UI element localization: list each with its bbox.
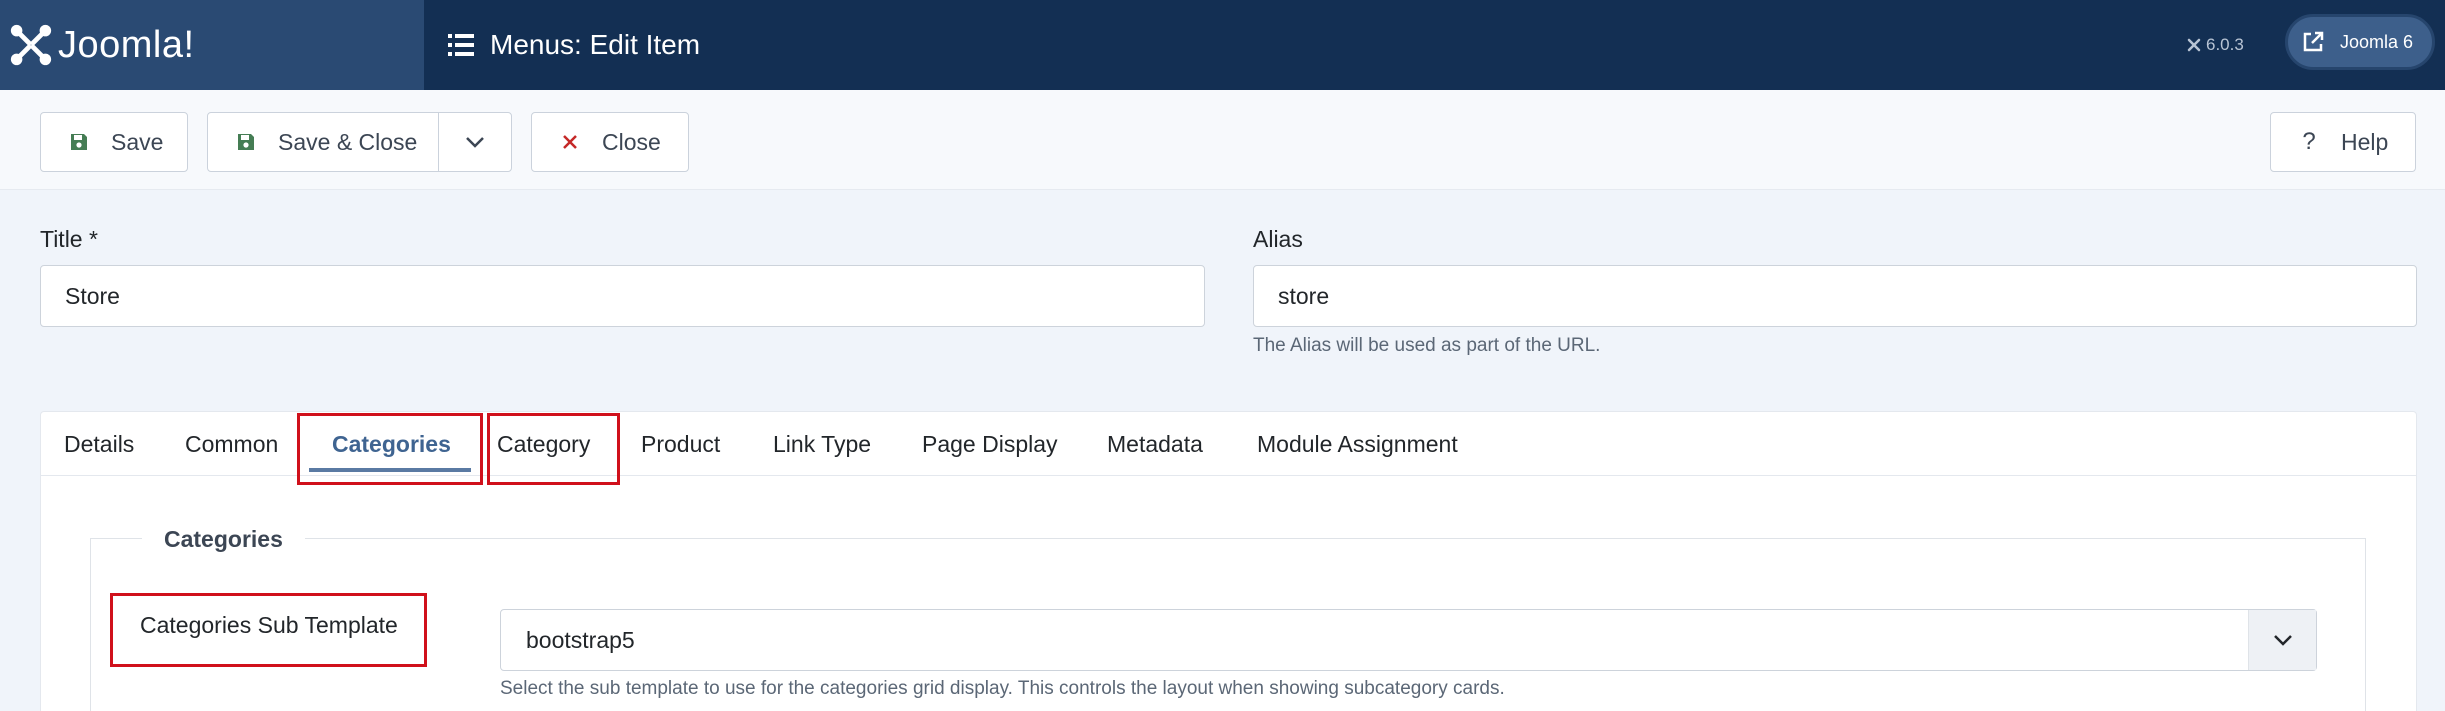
page-title: Menus: Edit Item [490,29,701,60]
tab-details[interactable]: Details [64,412,134,476]
list-icon [448,34,474,56]
sub-template-hint: Select the sub template to use for the c… [500,678,1505,699]
title-input[interactable]: Store [40,265,1205,327]
joomla-small-icon [2187,38,2201,52]
close-label: Close [602,128,661,155]
highlight-box-categories-tab [297,413,483,485]
sub-template-label: Categories Sub Template [140,612,398,638]
tab-metadata[interactable]: Metadata [1107,412,1203,476]
joomla-logo[interactable]: Joomla! [0,0,424,90]
save-close-button[interactable]: Save & Close [207,112,439,172]
close-icon [550,134,590,150]
brand-name: Joomla! [58,23,195,66]
title-label: Title * [40,226,98,252]
tab-page-display[interactable]: Page Display [922,412,1058,476]
save-options-dropdown-button[interactable] [438,112,512,172]
toolbar: Save Save & Close Close ? Help [0,90,2445,190]
save-icon [226,132,266,152]
alias-hint: The Alias will be used as part of the UR… [1253,335,1601,356]
sub-template-value: bootstrap5 [526,626,635,653]
tab-product[interactable]: Product [641,412,720,476]
alias-label: Alias [1253,226,1303,252]
question-icon: ? [2302,128,2316,155]
alias-input[interactable]: store [1253,265,2417,327]
save-icon [59,132,99,152]
tab-link-type[interactable]: Link Type [773,412,871,476]
view-site-button[interactable]: Joomla 6 [2285,14,2435,70]
external-link-icon [2296,25,2330,59]
chevron-down-icon [2248,610,2316,670]
highlight-box-category-tab [487,413,620,485]
tab-common[interactable]: Common [185,412,278,476]
site-button-label: Joomla 6 [2340,31,2414,52]
top-header: Joomla! Menus: Edit Item 6.0.3 Joomla 6 [0,0,2445,90]
close-button[interactable]: Close [531,112,689,172]
help-button[interactable]: ? Help [2270,112,2416,172]
chevron-down-icon [466,137,484,148]
version-info: 6.0.3 [2186,0,2244,90]
save-label: Save [111,128,164,155]
tab-module-assignment[interactable]: Module Assignment [1257,412,1458,476]
fieldset-legend: Categories [142,526,305,553]
joomla-logo-icon [10,24,52,66]
version-number: 6.0.3 [2206,35,2244,54]
sub-template-select[interactable]: bootstrap5 [500,609,2317,671]
save-button[interactable]: Save [40,112,188,172]
save-close-label: Save & Close [278,128,418,155]
help-label: Help [2341,128,2389,155]
page-title-area: Menus: Edit Item [448,0,700,90]
